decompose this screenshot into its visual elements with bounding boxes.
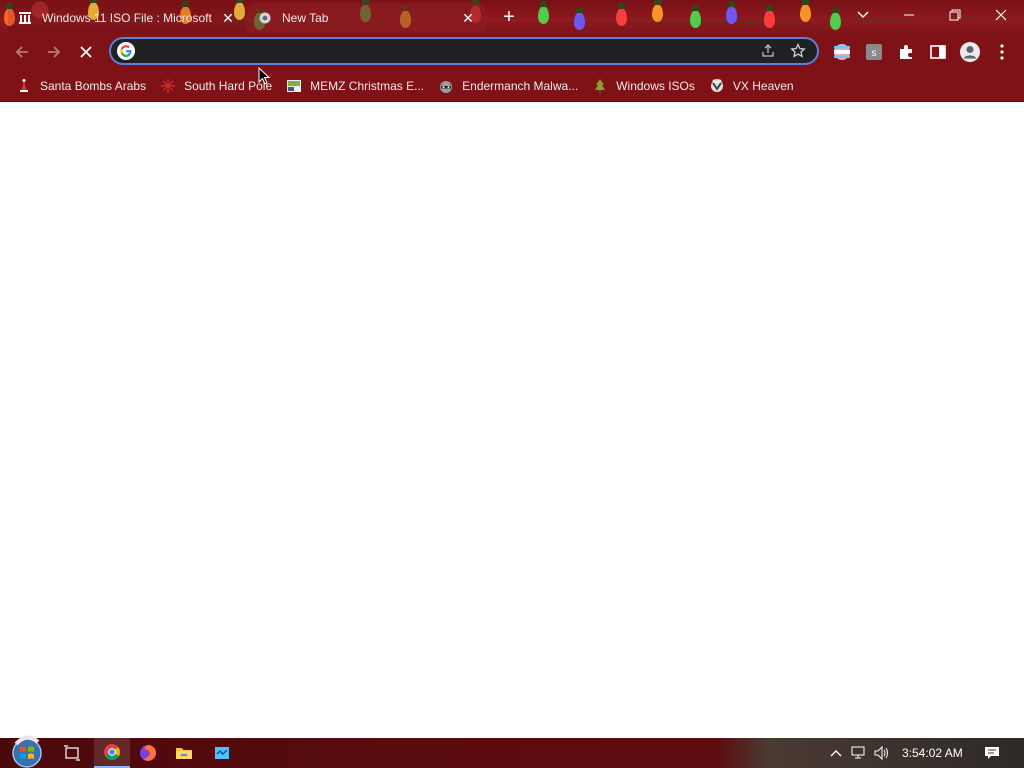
light-bulb-icon [800, 0, 811, 22]
light-bulb-icon [652, 0, 663, 22]
light-bulb-icon [616, 3, 627, 26]
google-g-icon [117, 42, 135, 60]
minimize-icon[interactable] [886, 0, 932, 30]
svg-text:s: s [872, 48, 877, 59]
light-bulb-icon [690, 5, 701, 28]
light-bulb-icon [574, 7, 585, 30]
raccoon-icon [438, 78, 454, 94]
vx-heaven-icon [709, 78, 725, 94]
firefox-icon[interactable] [130, 738, 166, 768]
extension-flag-icon[interactable] [830, 40, 854, 64]
taskbar-clock[interactable]: 3:54:02 AM [902, 738, 963, 768]
tab-new-tab[interactable]: New Tab ✕ [248, 3, 486, 33]
tab-title: Windows 11 ISO File : Microsoft [42, 11, 212, 25]
bookmark-label: VX Heaven [732, 78, 794, 93]
bookmark-star-icon[interactable] [787, 40, 809, 62]
profile-avatar-icon[interactable] [958, 40, 982, 64]
light-bulb-icon [538, 1, 549, 24]
bookmark-memz-christmas[interactable]: MEMZ Christmas E... [282, 74, 432, 98]
memz-icon [286, 78, 302, 94]
extensions-puzzle-icon[interactable] [894, 40, 918, 64]
close-window-icon[interactable] [978, 0, 1024, 30]
close-tab-icon[interactable]: ✕ [460, 10, 476, 26]
bookmark-label: Santa Bombs Arabs [40, 78, 147, 93]
bookmark-santa-bombs-arabs[interactable]: Santa Bombs Arabs [12, 74, 154, 98]
extension-s-icon[interactable]: s [862, 40, 886, 64]
tab-search-chevron-icon[interactable] [848, 0, 878, 30]
new-tab-plus-icon[interactable]: + [498, 7, 520, 29]
archive-org-icon [18, 11, 32, 25]
santa-icon [16, 78, 32, 94]
restore-icon[interactable] [932, 0, 978, 30]
forward-arrow-icon[interactable] [41, 39, 67, 65]
snowflake-icon [160, 78, 176, 94]
chrome-newtab-icon [258, 11, 272, 25]
file-explorer-icon[interactable] [166, 738, 202, 768]
kebab-menu-icon[interactable] [990, 40, 1014, 64]
address-bar[interactable] [109, 37, 819, 65]
tree-icon [592, 78, 608, 94]
bookmark-vx-heaven[interactable]: VX Heaven [705, 74, 802, 98]
tab-strip: Windows 11 ISO File : Microsoft ✕ New Ta… [0, 0, 1024, 34]
show-hidden-icons-chevron-icon[interactable] [826, 743, 846, 763]
volume-icon[interactable] [872, 743, 892, 763]
light-bulb-icon [726, 1, 737, 24]
omnibox-input[interactable] [143, 40, 757, 62]
light-bulb-icon [830, 7, 841, 30]
network-icon[interactable] [849, 743, 869, 763]
tab-title: New Tab [282, 11, 329, 25]
back-arrow-icon[interactable] [9, 39, 35, 65]
chrome-taskbar-icon[interactable] [94, 738, 130, 768]
bookmark-label: Endermanch Malwa... [462, 78, 579, 93]
action-center-icon[interactable] [982, 743, 1002, 763]
share-icon[interactable] [757, 40, 779, 62]
side-panel-icon[interactable] [926, 40, 950, 64]
bookmark-endermanch-malware[interactable]: Endermanch Malwa... [434, 74, 586, 98]
page-viewport[interactable] [0, 103, 1024, 738]
bookmark-label: Windows ISOs [616, 78, 695, 93]
light-bulb-icon [764, 5, 775, 28]
task-view-icon[interactable] [54, 738, 90, 768]
bookmark-label: MEMZ Christmas E... [310, 78, 425, 93]
bookmark-windows-isos[interactable]: Windows ISOs [588, 74, 703, 98]
notepad-icon[interactable] [204, 738, 240, 768]
mouse-cursor-icon [258, 67, 270, 85]
close-tab-icon[interactable]: ✕ [220, 10, 236, 26]
bookmarks-bar: Santa Bombs Arabs South Hard Pole MEMZ C… [0, 70, 1024, 102]
start-button[interactable] [8, 734, 46, 768]
tab-windows-11-iso[interactable]: Windows 11 ISO File : Microsoft ✕ [8, 3, 246, 33]
browser-toolbar: s [0, 34, 1024, 70]
windows-taskbar: 3:54:02 AM [0, 735, 1024, 768]
stop-loading-icon[interactable] [73, 39, 99, 65]
